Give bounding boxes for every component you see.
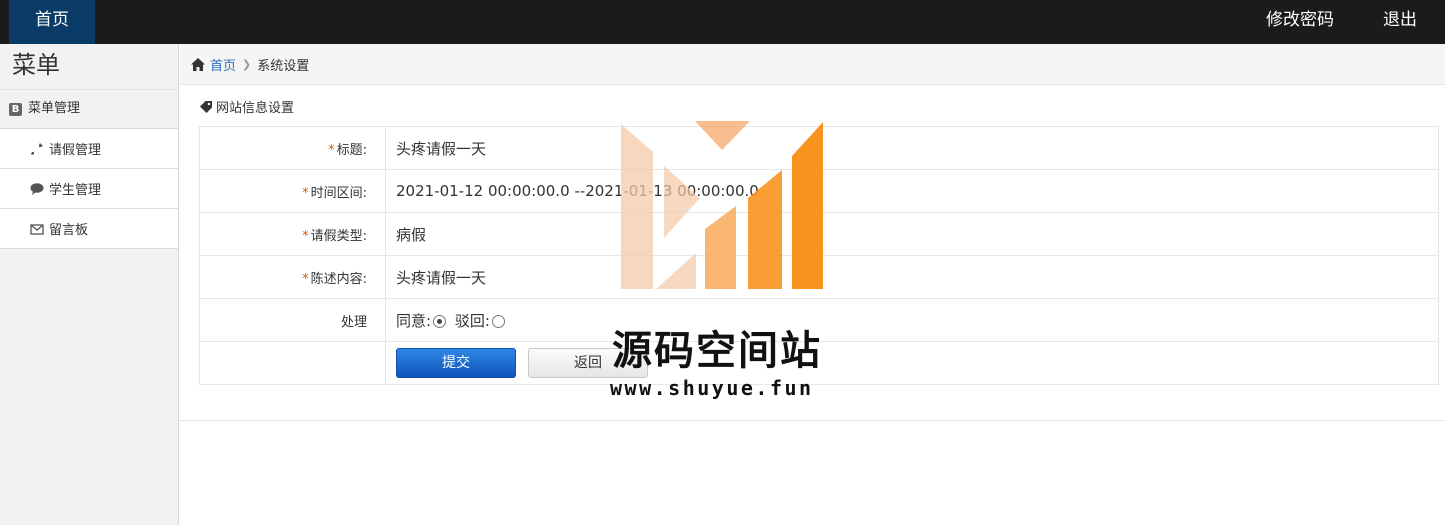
sidebar-item-student-management[interactable]: 学生管理 [0, 169, 178, 209]
required-mark: * [328, 142, 335, 158]
sidebar-item-label: 留言板 [49, 223, 89, 238]
agree-label: 同意: [396, 311, 432, 330]
sidebar-group-menu-management[interactable]: B 菜单管理 [0, 90, 178, 129]
title-value: 头疼请假一天 [385, 126, 1439, 170]
content-value: 头疼请假一天 [385, 255, 1439, 299]
type-value: 病假 [385, 212, 1439, 256]
sidebar-item-leave-management[interactable]: 请假管理 [0, 129, 178, 169]
form-row-content: * 陈述内容: 头疼请假一天 [199, 255, 1439, 299]
sidebar-title: 菜单 [0, 44, 178, 90]
sidebar-item-label: 学生管理 [49, 183, 102, 198]
form-row-title: * 标题: 头疼请假一天 [199, 126, 1439, 170]
watermark-url: www.shuyue.fun [610, 376, 814, 400]
content-label: 陈述内容: [310, 271, 367, 287]
nav-home-tab[interactable]: 首页 [9, 0, 95, 44]
section-title-label: 网站信息设置 [216, 101, 295, 116]
sidebar: 菜单 B 菜单管理 请假管理 学生管理 留言板 [0, 44, 179, 525]
form-row-time: * 时间区间: 2021-01-12 00:00:00.0 --2021-01-1… [199, 169, 1439, 213]
comment-icon [30, 182, 44, 195]
chevron-right-icon: ❯ [242, 57, 252, 71]
breadcrumb: 首页 ❯ 系统设置 [180, 44, 1445, 85]
section-title: 网站信息设置 [200, 97, 294, 116]
submit-button[interactable]: 提交 [396, 348, 516, 378]
change-password-link[interactable]: 修改密码 [1266, 0, 1334, 40]
required-mark: * [302, 271, 309, 287]
envelope-icon [30, 223, 44, 235]
sidebar-item-message-board[interactable]: 留言板 [0, 209, 178, 249]
breadcrumb-current: 系统设置 [257, 58, 310, 74]
breadcrumb-home-link[interactable]: 首页 [210, 55, 236, 74]
content-divider [180, 420, 1445, 421]
handle-label: 处理 [199, 298, 386, 342]
watermark-text: 源码空间站 [612, 328, 822, 374]
home-icon [191, 57, 205, 71]
bold-b-icon: B [9, 102, 22, 116]
wrench-icon [31, 142, 43, 155]
title-label: 标题: [336, 142, 367, 158]
sidebar-group-label: 菜单管理 [28, 101, 81, 116]
sidebar-item-label: 请假管理 [49, 143, 102, 158]
logout-link[interactable]: 退出 [1383, 0, 1417, 40]
reject-radio[interactable] [491, 314, 505, 328]
reject-label: 驳回: [454, 311, 490, 330]
agree-radio[interactable] [433, 314, 447, 328]
time-value: 2021-01-12 00:00:00.0 --2021-01-13 00:00… [385, 169, 1439, 213]
form-row-type: * 请假类型: 病假 [199, 212, 1439, 256]
tag-icon [200, 100, 212, 113]
required-mark: * [302, 185, 309, 201]
type-label: 请假类型: [310, 228, 367, 244]
time-label: 时间区间: [310, 185, 367, 201]
top-navbar: 首页 修改密码 退出 [0, 0, 1445, 44]
required-mark: * [302, 228, 309, 244]
